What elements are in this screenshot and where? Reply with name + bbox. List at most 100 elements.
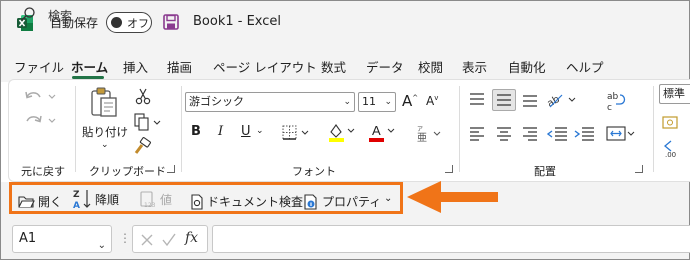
qat-paste-values-button[interactable]: 123 値 <box>139 189 172 209</box>
clipboard-launcher-icon[interactable] <box>167 165 175 173</box>
svg-text:ア: ア <box>417 126 423 133</box>
bold-button[interactable]: B <box>191 124 201 139</box>
svg-text:A: A <box>73 201 80 210</box>
tab-insert[interactable]: 挿入 <box>123 57 148 76</box>
tab-file[interactable]: ファイル <box>14 57 64 76</box>
save-icon[interactable] <box>163 14 179 30</box>
qat-properties-button[interactable]: プロパティ <box>303 193 381 210</box>
cancel-icon[interactable] <box>139 232 155 248</box>
font-size-select[interactable]: 11 ⌄ <box>358 92 396 112</box>
increase-decimal-icon[interactable]: .00 <box>661 138 681 158</box>
font-launcher-icon[interactable] <box>445 165 453 173</box>
svg-text:A: A <box>372 123 381 138</box>
shrink-font-button[interactable]: Av <box>426 94 438 108</box>
svg-text:亜: 亜 <box>417 133 427 144</box>
paste-dropdown-icon[interactable]: ⌄ <box>101 140 109 150</box>
merge-center-icon[interactable] <box>606 124 636 144</box>
name-box[interactable]: A1 ⌄ <box>12 225 112 253</box>
align-middle-icon <box>497 94 511 106</box>
toggle-knob <box>111 17 122 28</box>
tab-data[interactable]: データ <box>366 57 404 76</box>
undo-group-label: 元に戻す <box>21 165 65 178</box>
tab-help[interactable]: ヘルプ <box>566 57 604 76</box>
wrap-text-icon[interactable]: ab c <box>606 90 628 114</box>
svg-text:c: c <box>607 103 612 113</box>
align-top-icon[interactable] <box>468 92 486 108</box>
svg-text:ab: ab <box>607 92 619 102</box>
align-center-icon[interactable] <box>495 126 513 142</box>
paste-label[interactable]: 貼り付け <box>82 124 128 140</box>
qat-sort-descending-button[interactable]: Z A 降順 <box>72 188 119 210</box>
font-color-icon[interactable]: A <box>367 122 397 144</box>
group-separator <box>181 86 182 172</box>
callout-arrow-shaft <box>440 192 498 202</box>
qat-inspect-document-button[interactable]: ドキュメント検査 <box>190 193 303 210</box>
alignment-group-label: 配置 <box>534 165 556 178</box>
properties-icon <box>304 193 317 210</box>
tab-formulas[interactable]: 数式 <box>321 57 346 76</box>
borders-icon[interactable] <box>281 125 311 141</box>
chevron-down-icon[interactable]: ⌄ <box>256 126 264 136</box>
formula-input[interactable] <box>212 225 690 253</box>
chevron-down-icon: ⌄ <box>97 240 106 251</box>
autosave-state: オフ <box>127 17 149 30</box>
tab-home[interactable]: ホーム <box>71 57 108 76</box>
name-box-value: A1 <box>19 231 37 246</box>
insert-function-button[interactable]: fx <box>185 230 198 246</box>
folder-open-icon <box>18 195 35 208</box>
quick-access-toolbar: 開く Z A 降順 123 値 ドキュメント検査 プロパティ ⌄ <box>9 182 403 214</box>
font-size-value: 11 <box>362 95 376 108</box>
phonetic-guide-icon[interactable]: ア 亜 <box>413 124 443 144</box>
document-title: Book1 - Excel <box>193 14 282 29</box>
format-painter-icon[interactable] <box>133 136 153 156</box>
tab-automate[interactable]: 自動化 <box>508 57 546 76</box>
qat-inspect-document-label: ドキュメント検査 <box>207 195 304 209</box>
increase-indent-icon[interactable] <box>573 126 595 142</box>
tab-view[interactable]: 表示 <box>462 57 487 76</box>
italic-button[interactable]: I <box>218 124 223 139</box>
inspect-document-icon <box>191 193 203 210</box>
font-name-select[interactable]: 游ゴシック ⌄ <box>185 92 355 112</box>
paste-icon[interactable] <box>89 86 119 118</box>
svg-text:123: 123 <box>144 202 156 209</box>
group-separator <box>75 86 76 172</box>
align-left-icon[interactable] <box>468 126 486 142</box>
underline-button[interactable]: U <box>241 124 251 139</box>
title-bar <box>1 1 689 47</box>
qat-properties-label: プロパティ <box>322 195 382 209</box>
tab-review[interactable]: 校閲 <box>418 57 443 76</box>
tab-page-layout[interactable]: ページ レイアウト <box>213 57 317 76</box>
decrease-indent-icon[interactable] <box>546 126 568 142</box>
number-format-value: 標準 <box>663 87 685 100</box>
font-name-value: 游ゴシック <box>189 95 244 108</box>
orientation-icon[interactable]: ab <box>546 89 578 111</box>
chevron-down-icon: ⌄ <box>343 97 351 107</box>
align-middle-button[interactable] <box>492 89 516 111</box>
autosave-toggle[interactable]: オフ <box>106 12 152 33</box>
enter-check-icon[interactable] <box>161 232 177 248</box>
align-right-icon[interactable] <box>521 126 539 142</box>
accounting-format-icon[interactable] <box>661 114 681 132</box>
align-bottom-icon[interactable] <box>521 92 539 108</box>
search-icon <box>21 7 35 21</box>
qat-customize-chevron-icon[interactable]: ⌄ <box>384 193 392 204</box>
group-separator <box>653 86 654 172</box>
qat-open-label: 開く <box>38 195 63 209</box>
fill-color-icon[interactable] <box>327 122 357 144</box>
ribbon: 元に戻す 貼り付け ⌄ クリップボード 游ゴシック ⌄ 11 ⌄ A^ Av B… <box>8 79 690 182</box>
formula-bar-splitter[interactable]: ⋮ <box>119 231 131 245</box>
sort-descending-icon: Z A <box>73 190 91 210</box>
clipboard-group-label: クリップボード <box>89 165 166 178</box>
undo-icon[interactable] <box>23 88 59 106</box>
copy-icon[interactable] <box>133 113 163 131</box>
grow-font-button[interactable]: A^ <box>402 92 418 110</box>
number-format-select[interactable]: 標準 <box>659 84 690 104</box>
group-separator <box>459 86 460 172</box>
qat-open-button[interactable]: 開く <box>18 193 62 210</box>
tab-draw[interactable]: 描画 <box>167 57 192 76</box>
svg-text:Z: Z <box>73 190 80 200</box>
cut-icon[interactable] <box>135 87 151 105</box>
redo-icon[interactable] <box>23 112 59 130</box>
alignment-launcher-icon[interactable] <box>635 165 643 173</box>
chevron-down-icon: ⌄ <box>384 97 392 107</box>
